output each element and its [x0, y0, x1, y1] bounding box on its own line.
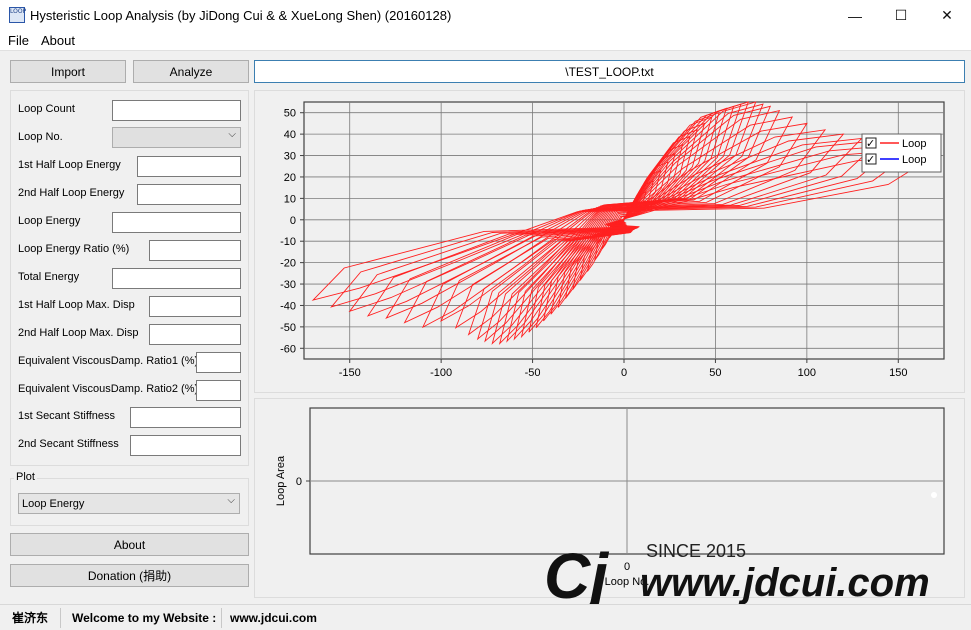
status-separator: [60, 608, 61, 628]
loop-count-field[interactable]: [112, 100, 241, 121]
field-label-loop-energy-ratio: Loop Energy Ratio (%): [18, 243, 130, 255]
y-tick-label: 50: [284, 108, 296, 120]
file-path-field[interactable]: \TEST_LOOP.txt: [254, 60, 965, 83]
minimize-button[interactable]: —: [832, 0, 878, 31]
y-tick-label: -20: [280, 258, 296, 270]
status-welcome: Welcome to my Website :: [72, 610, 217, 625]
watermark-url: www.jdcui.com: [640, 561, 930, 604]
plot-type-select[interactable]: Loop Energy ⌵: [18, 493, 240, 514]
second-half-loop-energy-field[interactable]: [137, 184, 241, 205]
field-label-second-half-max-disp: 2nd Half Loop Max. Disp: [18, 327, 139, 339]
watermark-since: SINCE 2015: [646, 541, 746, 561]
field-label-first-secant-stiffness: 1st Secant Stiffness: [18, 410, 116, 422]
analyze-button[interactable]: Analyze: [133, 60, 249, 83]
checkmark-icon: ✓: [866, 154, 875, 166]
file-path-text: \TEST_LOOP.txt: [565, 64, 654, 79]
y-tick-label: 0: [290, 215, 296, 227]
status-website-link[interactable]: www.jdcui.com: [230, 605, 317, 630]
menu-about[interactable]: About: [41, 33, 75, 48]
marker: [931, 492, 937, 498]
plot-type-value: Loop Energy: [22, 498, 85, 510]
loop-energy-ratio-field[interactable]: [149, 240, 241, 261]
y-tick-label: -10: [280, 236, 296, 248]
field-label-second-half-loop-energy: 2nd Half Loop Energy: [18, 187, 125, 199]
loop-energy-field[interactable]: [112, 212, 241, 233]
legend-label-1: Loop: [902, 138, 926, 150]
loop-no-select[interactable]: ⌵: [112, 127, 241, 148]
x-tick-label: 100: [798, 367, 816, 379]
field-label-loop-count: Loop Count: [18, 103, 75, 115]
x-tick-label: 50: [709, 367, 721, 379]
first-half-loop-energy-field[interactable]: [137, 156, 241, 177]
chevron-down-icon: ⌵: [228, 129, 236, 140]
maximize-button[interactable]: ☐: [878, 0, 924, 31]
y-tick-label: -60: [280, 343, 296, 355]
y-tick-label: 0: [296, 476, 302, 488]
window-title: Hysteristic Loop Analysis (by JiDong Cui…: [30, 8, 452, 23]
status-bar: 崔济东 Welcome to my Website : www.jdcui.co…: [0, 604, 971, 630]
menu-bar: File About: [0, 31, 971, 51]
hysteresis-chart[interactable]: -150 -100 -50 0 50 100 15050403020100-10-20-30…: [254, 90, 965, 393]
about-button[interactable]: About: [10, 533, 249, 556]
field-label-first-half-loop-energy: 1st Half Loop Energy: [18, 159, 121, 171]
close-button[interactable]: ✕: [924, 0, 970, 31]
import-button[interactable]: Import: [10, 60, 126, 83]
y-tick-label: -50: [280, 322, 296, 334]
field-label-loop-energy: Loop Energy: [18, 215, 81, 227]
x-tick-label: -100: [430, 367, 452, 379]
damping-ratio-1-field[interactable]: [196, 352, 241, 373]
total-energy-field[interactable]: [112, 268, 241, 289]
title-bar: LOOP Hysteristic Loop Analysis (by JiDon…: [0, 0, 971, 31]
status-separator: [221, 608, 222, 628]
checkmark-icon: ✓: [866, 138, 875, 150]
x-tick-label: -50: [525, 367, 541, 379]
damping-ratio-2-field[interactable]: [196, 380, 241, 401]
second-half-max-disp-field[interactable]: [149, 324, 241, 345]
first-secant-stiffness-field[interactable]: [130, 407, 241, 428]
app-icon: LOOP: [9, 7, 27, 23]
field-label-second-secant-stiffness: 2nd Secant Stiffness: [18, 438, 119, 450]
menu-file[interactable]: File: [8, 33, 29, 48]
x-tick-label: 150: [889, 367, 907, 379]
status-author: 崔济东: [12, 611, 49, 625]
field-label-first-half-max-disp: 1st Half Loop Max. Disp: [18, 299, 135, 311]
y-tick-label: -30: [280, 279, 296, 291]
watermark-logo: Cj: [544, 540, 609, 604]
x-tick-label: 0: [621, 367, 627, 379]
field-label-total-energy: Total Energy: [18, 271, 80, 283]
legend-label-2: Loop: [902, 154, 926, 166]
y-axis-label: Loop Area: [275, 455, 287, 506]
first-half-max-disp-field[interactable]: [149, 296, 241, 317]
legend: ✓ Loop ✓ Loop: [861, 133, 942, 173]
donation-button[interactable]: Donation (捐助): [10, 564, 249, 587]
x-tick-label: -150: [339, 367, 361, 379]
second-secant-stiffness-field[interactable]: [130, 435, 241, 456]
y-tick-label: 10: [284, 193, 296, 205]
y-tick-label: 30: [284, 151, 296, 163]
chevron-down-icon: ⌵: [227, 495, 235, 506]
field-label-damping-ratio-1: Equivalent ViscousDamp. Ratio1 (%): [18, 355, 199, 367]
y-tick-label: -40: [280, 300, 296, 312]
y-tick-label: 20: [284, 172, 296, 184]
watermark: Cj SINCE 2015 www.jdcui.com: [544, 540, 930, 604]
y-tick-label: 40: [284, 129, 296, 141]
field-label-damping-ratio-2: Equivalent ViscousDamp. Ratio2 (%): [18, 383, 199, 395]
field-label-loop-no: Loop No.: [18, 131, 63, 143]
app-icon-label: LOOP: [10, 8, 27, 15]
plot-group-title: Plot: [14, 471, 37, 483]
